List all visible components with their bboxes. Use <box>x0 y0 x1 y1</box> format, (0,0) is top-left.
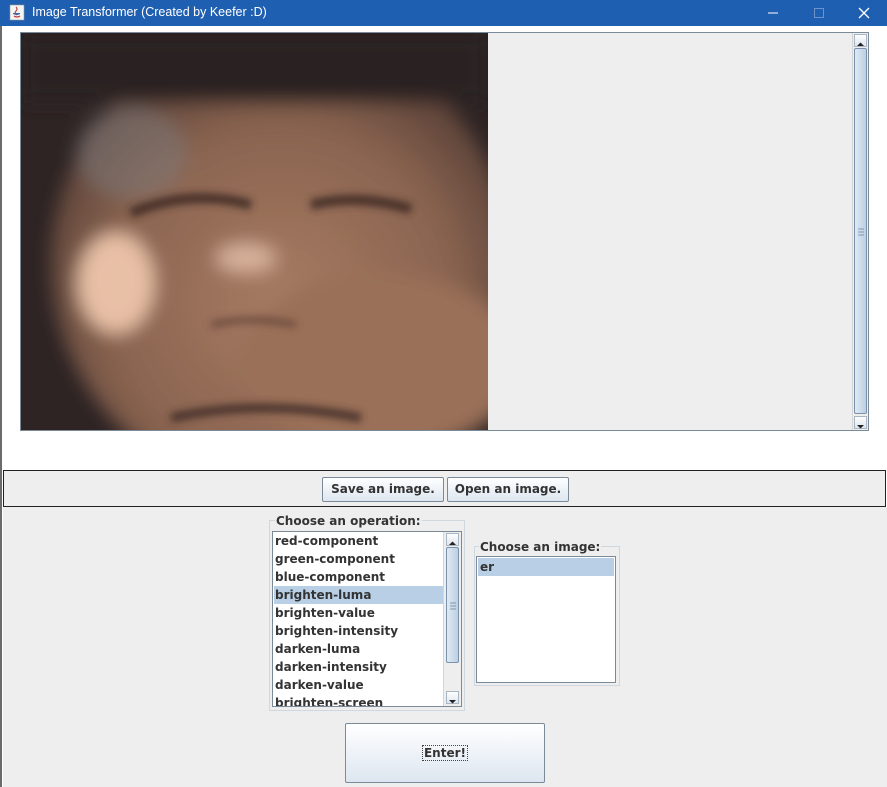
file-button-panel: Save an image. Open an image. <box>3 470 886 507</box>
scroll-thumb[interactable] <box>446 547 459 663</box>
grip-icon <box>450 602 456 610</box>
list-item-blue-component[interactable]: blue-component <box>274 568 446 586</box>
close-button[interactable] <box>841 0 887 26</box>
operation-list-scrollbar[interactable] <box>443 532 461 706</box>
arrow-down-icon <box>857 425 864 429</box>
list-item-brighten-value[interactable]: brighten-value <box>274 604 446 622</box>
scroll-up-button[interactable] <box>854 34 867 47</box>
enter-button[interactable]: Enter! <box>345 723 545 783</box>
scroll-down-button[interactable] <box>446 691 459 704</box>
open-image-button[interactable]: Open an image. <box>447 477 569 502</box>
list-item-darken-value[interactable]: darken-value <box>274 676 446 694</box>
scroll-up-button[interactable] <box>446 533 459 546</box>
list-item-brighten-intensity[interactable]: brighten-intensity <box>274 622 446 640</box>
operation-group-title: Choose an operation: <box>275 514 422 528</box>
image-list[interactable]: er <box>476 556 616 683</box>
scroll-thumb[interactable] <box>854 48 867 414</box>
minimize-button[interactable] <box>750 0 796 26</box>
grip-icon <box>858 228 864 236</box>
scroll-down-button[interactable] <box>854 416 867 429</box>
close-icon <box>858 7 870 19</box>
minimize-icon <box>768 12 778 14</box>
save-image-button[interactable]: Save an image. <box>322 477 444 502</box>
enter-button-label: Enter! <box>421 745 468 761</box>
list-item-image[interactable]: er <box>478 558 614 576</box>
window-title: Image Transformer (Created by Keefer :D) <box>32 5 267 19</box>
list-item-brighten-luma[interactable]: brighten-luma <box>274 586 446 604</box>
loaded-image <box>21 33 488 430</box>
window-border <box>0 26 2 787</box>
maximize-icon <box>814 8 824 18</box>
list-item-darken-luma[interactable]: darken-luma <box>274 640 446 658</box>
java-app-icon <box>9 4 25 21</box>
list-item-darken-intensity[interactable]: darken-intensity <box>274 658 446 676</box>
title-bar: Image Transformer (Created by Keefer :D) <box>0 0 887 26</box>
image-group-title: Choose an image: <box>479 540 602 554</box>
arrow-down-icon <box>449 700 456 704</box>
operation-list[interactable]: red-component green-component blue-compo… <box>272 531 462 707</box>
list-item-green-component[interactable]: green-component <box>274 550 446 568</box>
list-item-brighten-screen[interactable]: brighten-screen <box>274 694 446 706</box>
maximize-button[interactable] <box>796 0 842 26</box>
image-scroll-pane[interactable] <box>20 32 869 431</box>
image-vertical-scrollbar[interactable] <box>852 33 868 430</box>
list-item-red-component[interactable]: red-component <box>274 532 446 550</box>
